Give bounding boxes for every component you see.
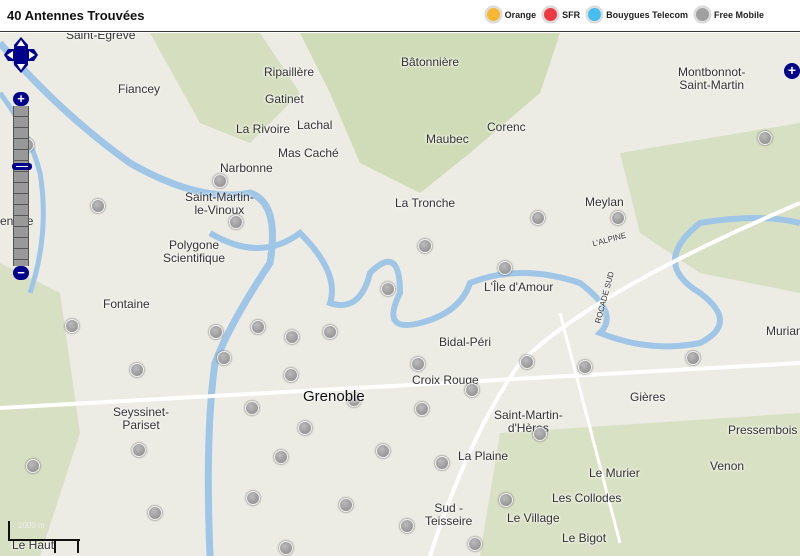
zoom-slider[interactable] [12, 163, 32, 170]
place-label: L'Île d'Amour [484, 280, 554, 294]
map[interactable]: Saint-Égrève Fiancey Ripaillère Gatinet La R… [0, 33, 800, 556]
layer-switcher-button[interactable]: + [784, 63, 800, 79]
place-label: Bidal-Péri [439, 335, 492, 349]
antenna-marker[interactable] [468, 537, 482, 551]
place-label: Fontaine [103, 297, 150, 311]
antenna-marker[interactable] [415, 402, 429, 416]
place-label: La Tronche [395, 196, 456, 210]
pan-control[interactable] [4, 37, 38, 73]
zoom-in-button[interactable]: + [13, 92, 29, 106]
place-label: Mas Caché [278, 146, 339, 160]
antenna-marker[interactable] [285, 330, 299, 344]
place-label: Saint-Martin- d'Hères [494, 408, 563, 435]
antenna-marker[interactable] [217, 351, 231, 365]
antenna-marker[interactable] [533, 427, 547, 441]
antenna-marker[interactable] [376, 444, 390, 458]
antenna-marker[interactable] [758, 131, 772, 145]
zoom-bar[interactable] [12, 106, 32, 266]
place-label: Saint-Martin- le-Vinoux [185, 190, 254, 217]
place-label: Murian [766, 324, 800, 338]
place-label: Narbonne [220, 161, 273, 175]
city-label: Grenoble [303, 388, 365, 405]
antenna-marker[interactable] [498, 261, 512, 275]
legend-item[interactable]: SFR [542, 6, 580, 23]
place-label: Sud - Teisseire [425, 501, 473, 528]
antenna-marker[interactable] [381, 282, 395, 296]
legend: Orange SFR Bouygues Telecom Free Mobile [479, 6, 764, 23]
header: 40 Antennes Trouvées Orange SFR Bouygues T… [0, 0, 800, 32]
place-label: Corenc [487, 120, 526, 134]
antenna-marker[interactable] [418, 239, 432, 253]
legend-dot-icon [484, 6, 502, 23]
antenna-marker[interactable] [246, 491, 260, 505]
antenna-marker[interactable] [686, 351, 700, 365]
place-label: Le Murier [589, 466, 640, 480]
antenna-marker[interactable] [279, 541, 293, 555]
legend-item[interactable]: Bouygues Telecom [586, 6, 688, 23]
place-label: Fiancey [118, 82, 161, 96]
antenna-marker[interactable] [132, 443, 146, 457]
antenna-marker[interactable] [65, 319, 79, 333]
antenna-marker[interactable] [229, 215, 243, 229]
antenna-marker[interactable] [531, 211, 545, 225]
place-label: Gières [630, 390, 666, 404]
antenna-marker[interactable] [323, 325, 337, 339]
place-label: Bâtonnière [401, 55, 460, 69]
antenna-marker[interactable] [411, 357, 425, 371]
antenna-marker[interactable] [251, 320, 265, 334]
antenna-marker[interactable] [465, 383, 479, 397]
scale-bar: 1000 m [8, 521, 80, 541]
place-label: Seyssinet- Pariset [113, 405, 170, 432]
antenna-marker[interactable] [499, 493, 513, 507]
map-base [0, 33, 800, 556]
place-label: Le Village [507, 511, 560, 525]
antenna-marker[interactable] [435, 456, 449, 470]
place-label: Maubec [426, 132, 469, 146]
legend-label: Free Mobile [713, 9, 764, 20]
place-label: La Rivoire [236, 122, 291, 136]
zoom-control: + − [12, 92, 32, 280]
antenna-marker[interactable] [245, 401, 259, 415]
antenna-marker[interactable] [284, 368, 298, 382]
place-label: Gatinet [265, 92, 304, 106]
antenna-marker[interactable] [209, 325, 223, 339]
antenna-marker[interactable] [400, 519, 414, 533]
legend-dot-icon [542, 6, 560, 23]
antenna-marker[interactable] [91, 199, 105, 213]
antenna-marker[interactable] [213, 174, 227, 188]
place-label: La Plaine [458, 449, 509, 463]
page-title: 40 Antennes Trouvées [7, 8, 145, 23]
place-label: Montbonnot- Saint-Martin [678, 65, 746, 92]
place-label: Polygone Scientifique [163, 238, 226, 265]
legend-item[interactable]: Orange [484, 6, 537, 23]
place-label: Saint-Égrève [66, 33, 136, 42]
legend-item[interactable]: Free Mobile [693, 6, 764, 23]
antenna-marker[interactable] [578, 360, 592, 374]
legend-dot-icon [693, 6, 711, 23]
scale-bar-imperial [54, 539, 79, 553]
place-label: Lachal [297, 118, 333, 132]
antenna-marker[interactable] [26, 459, 40, 473]
legend-label: Bouygues Telecom [606, 9, 688, 20]
antenna-marker[interactable] [339, 498, 353, 512]
place-label: Ripaillère [264, 65, 315, 79]
antenna-marker[interactable] [130, 363, 144, 377]
antenna-marker[interactable] [298, 421, 312, 435]
legend-dot-icon [586, 6, 604, 23]
place-label: Les Collodes [552, 491, 622, 505]
place-label: Le Bigot [562, 531, 607, 545]
antenna-marker[interactable] [520, 355, 534, 369]
place-label: Meylan [585, 195, 624, 209]
antenna-marker[interactable] [274, 450, 288, 464]
legend-label: SFR [562, 9, 581, 20]
place-label: Pressembois [728, 423, 798, 437]
antenna-marker[interactable] [611, 211, 625, 225]
legend-label: Orange [504, 9, 537, 20]
scale-label: 1000 m [18, 521, 45, 530]
antenna-marker[interactable] [148, 506, 162, 520]
place-label: Venon [710, 459, 745, 473]
zoom-out-button[interactable]: − [13, 266, 29, 280]
